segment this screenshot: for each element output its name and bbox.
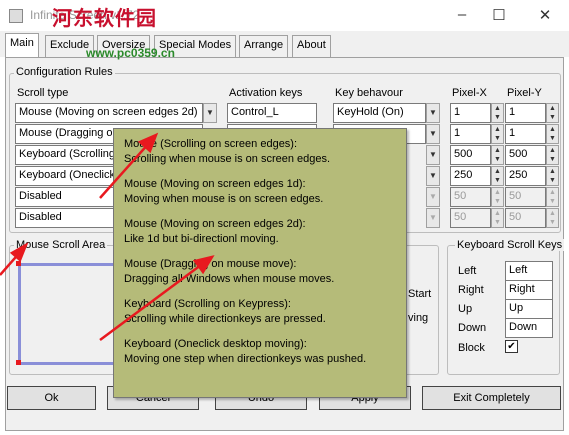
pixel-y-field-5: 50 [505, 187, 546, 207]
header-key-behaviour: Key behavour [335, 87, 403, 99]
exit-completely-button[interactable]: Exit Completely [422, 386, 561, 410]
tooltip-body-5: Scrolling while directionkeys are presse… [124, 313, 326, 325]
header-pixel-y: Pixel-Y [507, 87, 542, 99]
tooltip-head-1: Mouse (Scrolling on screen edges): [124, 138, 298, 150]
pixel-x-field-2[interactable]: 1 [450, 124, 491, 144]
close-icon[interactable]: ✕ [530, 6, 560, 24]
spinner-icon: ▲ ▼ [491, 187, 504, 207]
key-label-right: Right [458, 284, 484, 296]
spinner-icon: ▲ ▼ [546, 187, 559, 207]
ok-button[interactable]: Ok [7, 386, 96, 410]
key-field-up[interactable]: Up [505, 299, 553, 319]
corner-marker [16, 261, 21, 266]
pixel-x-field-5: 50 [450, 187, 491, 207]
block-label: Block [458, 342, 485, 354]
spinner-icon: ▲ ▼ [491, 208, 504, 228]
header-pixel-x: Pixel-X [452, 87, 487, 99]
block-checkbox[interactable]: ✔ [505, 340, 518, 353]
tooltip-body-6: Moving one step when directionkeys was p… [124, 353, 367, 365]
tab-arrange[interactable]: Arrange [239, 35, 289, 57]
pixel-x-field-6: 50 [450, 208, 491, 228]
minimize-icon[interactable]: – [447, 6, 477, 23]
spinner-icon[interactable]: ▲ ▼ [491, 103, 504, 123]
tooltip-body-4: Dragging all Windows when mouse moves. [124, 273, 335, 285]
moving-label: ving [408, 312, 429, 324]
tooltip-head-3: Mouse (Moving on screen edges 2d): [124, 218, 306, 230]
tooltip-entry-5: Keyboard (Scrolling on Keypress): Scrolli… [124, 297, 396, 327]
key-behaviour-select-1[interactable]: KeyHold (On) [333, 103, 426, 123]
tooltip-entry-1: Mouse (Scrolling on screen edges): Scroll… [124, 137, 396, 167]
chevron-down-icon: ▼ [426, 187, 440, 207]
header-activation-keys: Activation keys [229, 87, 303, 99]
chevron-down-icon[interactable]: ▼ [426, 103, 440, 123]
pixel-x-field-1[interactable]: 1 [450, 103, 491, 123]
maximize-icon[interactable]: ☐ [484, 6, 514, 24]
tooltip-head-4: Mouse (Dragging on mouse move): [124, 258, 297, 270]
scroll-area-preview[interactable] [18, 263, 118, 365]
pixel-y-field-3[interactable]: 500 [505, 145, 546, 165]
pixel-x-field-3[interactable]: 500 [450, 145, 491, 165]
app-icon [9, 9, 23, 23]
key-label-up: Up [458, 303, 473, 315]
corner-marker [16, 360, 21, 365]
tooltip-head-2: Mouse (Moving on screen edges 1d): [124, 178, 306, 190]
pixel-y-field-4[interactable]: 250 [505, 166, 546, 186]
chevron-down-icon: ▼ [426, 208, 440, 228]
tab-about[interactable]: About [292, 35, 331, 57]
mouse-scroll-area-label: Mouse Scroll Area [14, 239, 108, 251]
key-field-left[interactable]: Left [505, 261, 553, 281]
pixel-x-field-4[interactable]: 250 [450, 166, 491, 186]
key-field-down[interactable]: Down [505, 318, 553, 338]
chevron-down-icon[interactable]: ▼ [203, 103, 217, 123]
activation-keys-field-1[interactable]: Control_L [227, 103, 317, 123]
spinner-icon[interactable]: ▲ ▼ [546, 166, 559, 186]
watermark-logo: 河东软件园 [52, 6, 157, 30]
scroll-type-select-1[interactable]: Mouse (Moving on screen edges 2d) [15, 103, 203, 123]
tooltip-entry-4: Mouse (Dragging on mouse move): Dragging … [124, 257, 396, 287]
tooltip-body-1: Scrolling when mouse is on screen edges. [124, 153, 331, 165]
spinner-icon[interactable]: ▲ ▼ [546, 103, 559, 123]
spinner-icon: ▲ ▼ [546, 208, 559, 228]
start-label: Start [408, 288, 432, 300]
spinner-icon[interactable]: ▲ ▼ [491, 124, 504, 144]
tooltip-entry-6: Keyboard (Oneclick desktop moving): Movin… [124, 337, 396, 367]
chevron-down-icon[interactable]: ▼ [426, 145, 440, 165]
key-label-left: Left [458, 265, 477, 277]
config-rules-label: Configuration Rules [14, 66, 115, 78]
tooltip-head-6: Keyboard (Oneclick desktop moving): [124, 338, 307, 350]
tooltip-entry-3: Mouse (Moving on screen edges 2d): Like 1… [124, 217, 396, 247]
tooltip-body-3: Like 1d but bi-directionl moving. [124, 233, 279, 245]
tooltip-head-5: Keyboard (Scrolling on Keypress): [124, 298, 291, 310]
header-scroll-type: Scroll type [17, 87, 69, 99]
chevron-down-icon[interactable]: ▼ [426, 124, 440, 144]
tooltip-entry-2: Mouse (Moving on screen edges 1d): Moving… [124, 177, 396, 207]
tab-main[interactable]: Main [5, 33, 39, 58]
key-field-right[interactable]: Right [505, 280, 553, 300]
pixel-y-field-6: 50 [505, 208, 546, 228]
pixel-y-field-2[interactable]: 1 [505, 124, 546, 144]
spinner-icon[interactable]: ▲ ▼ [491, 145, 504, 165]
spinner-icon[interactable]: ▲ ▼ [546, 145, 559, 165]
watermark-url: www.pc0359.cn [86, 46, 175, 60]
key-label-down: Down [458, 322, 487, 334]
spinner-icon[interactable]: ▲ ▼ [491, 166, 504, 186]
chevron-down-icon[interactable]: ▼ [426, 166, 440, 186]
scroll-type-tooltip: Mouse (Scrolling on screen edges): Scroll… [113, 128, 407, 398]
spinner-icon[interactable]: ▲ ▼ [546, 124, 559, 144]
tooltip-body-2: Moving when mouse is on screen edges. [124, 193, 324, 205]
pixel-y-field-1[interactable]: 1 [505, 103, 546, 123]
keyboard-keys-label: Keyboard Scroll Keys [455, 239, 565, 251]
